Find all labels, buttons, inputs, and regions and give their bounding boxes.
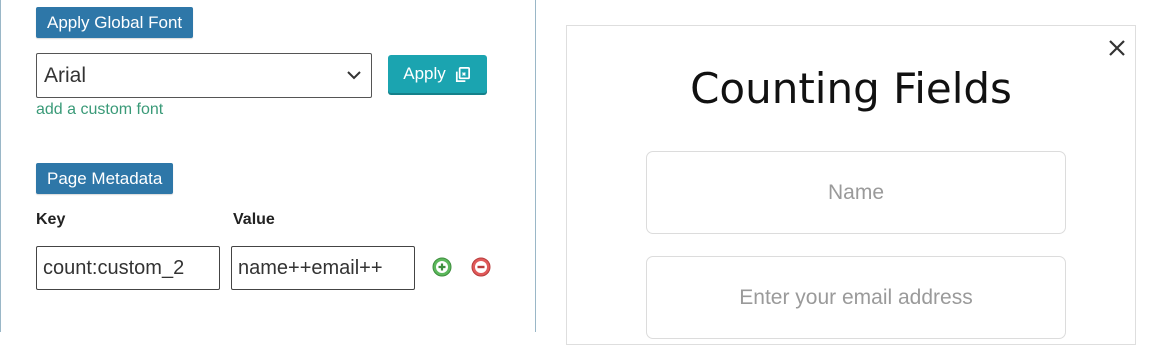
- metadata-value-input[interactable]: name++email++: [231, 246, 415, 290]
- plus-circle-icon[interactable]: [432, 257, 452, 277]
- font-select[interactable]: Arial: [36, 53, 372, 98]
- global-font-section-label: Apply Global Font: [36, 7, 194, 38]
- minus-circle-icon[interactable]: [471, 257, 491, 277]
- add-custom-font-link[interactable]: add a custom font: [36, 101, 163, 119]
- settings-panel: Apply Global Font Arial Apply add a cust…: [0, 0, 536, 332]
- value-column-label: Value: [233, 211, 275, 228]
- copy-icon: [455, 66, 470, 82]
- name-field[interactable]: Name: [646, 151, 1066, 234]
- apply-button-label: Apply: [403, 64, 446, 83]
- metadata-key-value: count:custom_2: [43, 257, 185, 279]
- close-icon[interactable]: [1106, 37, 1128, 59]
- preview-title: Counting Fields: [690, 64, 1012, 113]
- page-metadata-section-label: Page Metadata: [36, 163, 174, 194]
- metadata-value-value: name++email++: [238, 257, 383, 279]
- metadata-key-input[interactable]: count:custom_2: [36, 246, 220, 290]
- font-select-value: Arial: [44, 64, 87, 87]
- key-column-label: Key: [36, 211, 66, 228]
- chevron-down-icon: [347, 71, 361, 80]
- apply-font-button[interactable]: Apply: [388, 55, 487, 93]
- email-field[interactable]: Enter your email address: [646, 256, 1066, 339]
